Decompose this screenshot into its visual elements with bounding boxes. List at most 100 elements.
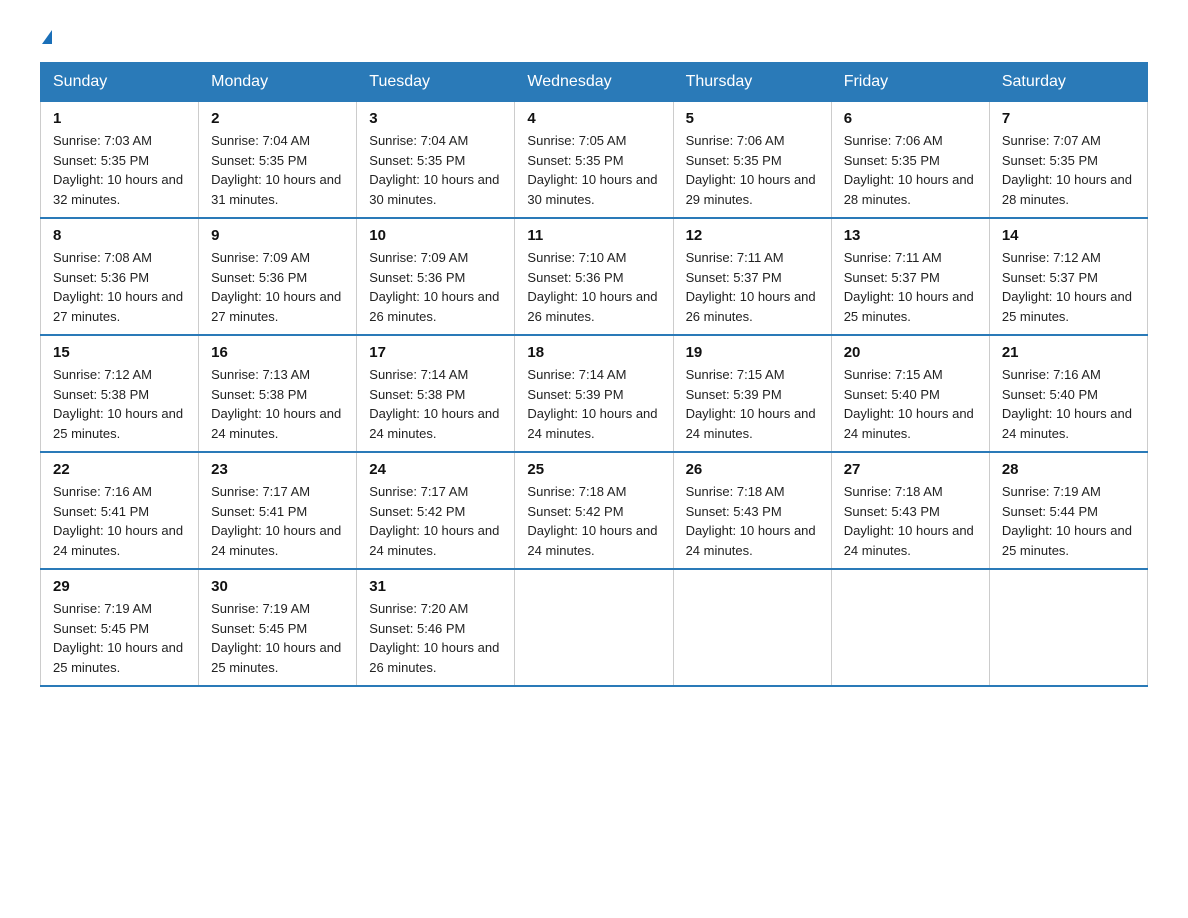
day-info: Sunrise: 7:15 AMSunset: 5:39 PMDaylight:… — [686, 365, 819, 443]
day-info: Sunrise: 7:10 AMSunset: 5:36 PMDaylight:… — [527, 248, 660, 326]
calendar-day-cell: 1 Sunrise: 7:03 AMSunset: 5:35 PMDayligh… — [41, 102, 199, 219]
calendar-week-row: 1 Sunrise: 7:03 AMSunset: 5:35 PMDayligh… — [41, 102, 1148, 219]
day-info: Sunrise: 7:18 AMSunset: 5:42 PMDaylight:… — [527, 482, 660, 560]
header-thursday: Thursday — [673, 63, 831, 102]
header-tuesday: Tuesday — [357, 63, 515, 102]
day-number: 15 — [53, 344, 186, 361]
day-info: Sunrise: 7:14 AMSunset: 5:38 PMDaylight:… — [369, 365, 502, 443]
logo-blue-part — [42, 30, 52, 42]
day-info: Sunrise: 7:03 AMSunset: 5:35 PMDaylight:… — [53, 131, 186, 209]
day-number: 3 — [369, 110, 502, 127]
calendar-day-cell: 18 Sunrise: 7:14 AMSunset: 5:39 PMDaylig… — [515, 335, 673, 452]
day-number: 9 — [211, 227, 344, 244]
calendar-day-cell: 24 Sunrise: 7:17 AMSunset: 5:42 PMDaylig… — [357, 452, 515, 569]
day-info: Sunrise: 7:11 AMSunset: 5:37 PMDaylight:… — [844, 248, 977, 326]
calendar-day-cell: 20 Sunrise: 7:15 AMSunset: 5:40 PMDaylig… — [831, 335, 989, 452]
calendar-day-cell — [831, 569, 989, 686]
day-number: 17 — [369, 344, 502, 361]
day-info: Sunrise: 7:09 AMSunset: 5:36 PMDaylight:… — [211, 248, 344, 326]
day-info: Sunrise: 7:06 AMSunset: 5:35 PMDaylight:… — [686, 131, 819, 209]
calendar-week-row: 29 Sunrise: 7:19 AMSunset: 5:45 PMDaylig… — [41, 569, 1148, 686]
day-number: 23 — [211, 461, 344, 478]
day-number: 25 — [527, 461, 660, 478]
day-number: 31 — [369, 578, 502, 595]
day-number: 22 — [53, 461, 186, 478]
calendar-day-cell: 5 Sunrise: 7:06 AMSunset: 5:35 PMDayligh… — [673, 102, 831, 219]
calendar-day-cell: 6 Sunrise: 7:06 AMSunset: 5:35 PMDayligh… — [831, 102, 989, 219]
day-info: Sunrise: 7:20 AMSunset: 5:46 PMDaylight:… — [369, 599, 502, 677]
day-number: 19 — [686, 344, 819, 361]
calendar-day-cell: 14 Sunrise: 7:12 AMSunset: 5:37 PMDaylig… — [989, 218, 1147, 335]
day-info: Sunrise: 7:12 AMSunset: 5:38 PMDaylight:… — [53, 365, 186, 443]
day-number: 10 — [369, 227, 502, 244]
day-number: 4 — [527, 110, 660, 127]
page-header — [40, 30, 1148, 42]
calendar-day-cell: 26 Sunrise: 7:18 AMSunset: 5:43 PMDaylig… — [673, 452, 831, 569]
calendar-day-cell: 21 Sunrise: 7:16 AMSunset: 5:40 PMDaylig… — [989, 335, 1147, 452]
calendar-day-cell: 11 Sunrise: 7:10 AMSunset: 5:36 PMDaylig… — [515, 218, 673, 335]
day-number: 27 — [844, 461, 977, 478]
day-info: Sunrise: 7:17 AMSunset: 5:42 PMDaylight:… — [369, 482, 502, 560]
day-info: Sunrise: 7:06 AMSunset: 5:35 PMDaylight:… — [844, 131, 977, 209]
calendar-day-cell: 3 Sunrise: 7:04 AMSunset: 5:35 PMDayligh… — [357, 102, 515, 219]
calendar-day-cell — [989, 569, 1147, 686]
calendar-day-cell: 15 Sunrise: 7:12 AMSunset: 5:38 PMDaylig… — [41, 335, 199, 452]
day-info: Sunrise: 7:16 AMSunset: 5:40 PMDaylight:… — [1002, 365, 1135, 443]
calendar-day-cell — [673, 569, 831, 686]
day-info: Sunrise: 7:04 AMSunset: 5:35 PMDaylight:… — [211, 131, 344, 209]
day-info: Sunrise: 7:15 AMSunset: 5:40 PMDaylight:… — [844, 365, 977, 443]
calendar-day-cell: 7 Sunrise: 7:07 AMSunset: 5:35 PMDayligh… — [989, 102, 1147, 219]
calendar-body: 1 Sunrise: 7:03 AMSunset: 5:35 PMDayligh… — [41, 102, 1148, 687]
day-info: Sunrise: 7:19 AMSunset: 5:45 PMDaylight:… — [211, 599, 344, 677]
day-number: 21 — [1002, 344, 1135, 361]
day-info: Sunrise: 7:12 AMSunset: 5:37 PMDaylight:… — [1002, 248, 1135, 326]
calendar-header: Sunday Monday Tuesday Wednesday Thursday… — [41, 63, 1148, 102]
weekday-header-row: Sunday Monday Tuesday Wednesday Thursday… — [41, 63, 1148, 102]
calendar-day-cell: 9 Sunrise: 7:09 AMSunset: 5:36 PMDayligh… — [199, 218, 357, 335]
day-number: 13 — [844, 227, 977, 244]
calendar-day-cell: 23 Sunrise: 7:17 AMSunset: 5:41 PMDaylig… — [199, 452, 357, 569]
calendar-day-cell: 22 Sunrise: 7:16 AMSunset: 5:41 PMDaylig… — [41, 452, 199, 569]
header-friday: Friday — [831, 63, 989, 102]
calendar-day-cell — [515, 569, 673, 686]
header-saturday: Saturday — [989, 63, 1147, 102]
day-number: 6 — [844, 110, 977, 127]
day-number: 20 — [844, 344, 977, 361]
day-number: 24 — [369, 461, 502, 478]
day-info: Sunrise: 7:11 AMSunset: 5:37 PMDaylight:… — [686, 248, 819, 326]
day-info: Sunrise: 7:05 AMSunset: 5:35 PMDaylight:… — [527, 131, 660, 209]
calendar-day-cell: 30 Sunrise: 7:19 AMSunset: 5:45 PMDaylig… — [199, 569, 357, 686]
calendar-day-cell: 19 Sunrise: 7:15 AMSunset: 5:39 PMDaylig… — [673, 335, 831, 452]
day-info: Sunrise: 7:09 AMSunset: 5:36 PMDaylight:… — [369, 248, 502, 326]
day-info: Sunrise: 7:08 AMSunset: 5:36 PMDaylight:… — [53, 248, 186, 326]
calendar-week-row: 8 Sunrise: 7:08 AMSunset: 5:36 PMDayligh… — [41, 218, 1148, 335]
day-info: Sunrise: 7:14 AMSunset: 5:39 PMDaylight:… — [527, 365, 660, 443]
logo-arrow-icon — [42, 30, 52, 44]
day-number: 2 — [211, 110, 344, 127]
day-info: Sunrise: 7:16 AMSunset: 5:41 PMDaylight:… — [53, 482, 186, 560]
day-number: 16 — [211, 344, 344, 361]
calendar-day-cell: 25 Sunrise: 7:18 AMSunset: 5:42 PMDaylig… — [515, 452, 673, 569]
day-info: Sunrise: 7:18 AMSunset: 5:43 PMDaylight:… — [844, 482, 977, 560]
calendar-day-cell: 12 Sunrise: 7:11 AMSunset: 5:37 PMDaylig… — [673, 218, 831, 335]
calendar-week-row: 15 Sunrise: 7:12 AMSunset: 5:38 PMDaylig… — [41, 335, 1148, 452]
day-number: 5 — [686, 110, 819, 127]
calendar-day-cell: 2 Sunrise: 7:04 AMSunset: 5:35 PMDayligh… — [199, 102, 357, 219]
day-info: Sunrise: 7:07 AMSunset: 5:35 PMDaylight:… — [1002, 131, 1135, 209]
calendar-day-cell: 29 Sunrise: 7:19 AMSunset: 5:45 PMDaylig… — [41, 569, 199, 686]
day-number: 18 — [527, 344, 660, 361]
day-number: 7 — [1002, 110, 1135, 127]
day-info: Sunrise: 7:13 AMSunset: 5:38 PMDaylight:… — [211, 365, 344, 443]
calendar-day-cell: 31 Sunrise: 7:20 AMSunset: 5:46 PMDaylig… — [357, 569, 515, 686]
day-info: Sunrise: 7:04 AMSunset: 5:35 PMDaylight:… — [369, 131, 502, 209]
calendar-day-cell: 10 Sunrise: 7:09 AMSunset: 5:36 PMDaylig… — [357, 218, 515, 335]
day-number: 26 — [686, 461, 819, 478]
calendar-day-cell: 17 Sunrise: 7:14 AMSunset: 5:38 PMDaylig… — [357, 335, 515, 452]
day-info: Sunrise: 7:19 AMSunset: 5:45 PMDaylight:… — [53, 599, 186, 677]
calendar-day-cell: 16 Sunrise: 7:13 AMSunset: 5:38 PMDaylig… — [199, 335, 357, 452]
day-number: 11 — [527, 227, 660, 244]
calendar-day-cell: 13 Sunrise: 7:11 AMSunset: 5:37 PMDaylig… — [831, 218, 989, 335]
calendar-day-cell: 4 Sunrise: 7:05 AMSunset: 5:35 PMDayligh… — [515, 102, 673, 219]
day-info: Sunrise: 7:19 AMSunset: 5:44 PMDaylight:… — [1002, 482, 1135, 560]
day-number: 14 — [1002, 227, 1135, 244]
